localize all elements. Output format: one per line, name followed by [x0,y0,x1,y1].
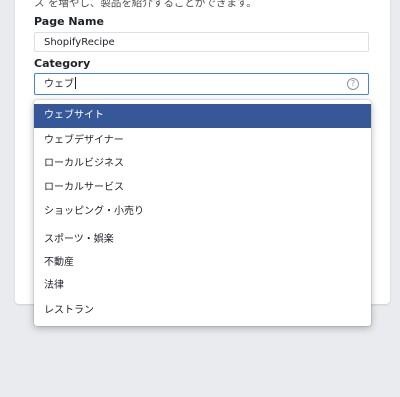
page-name-input[interactable]: ShopifyRecipe [34,32,369,52]
dropdown-option[interactable]: ローカルビジネス [34,152,371,176]
question-circle-icon[interactable]: ? [347,78,359,90]
page-name-value: ShopifyRecipe [44,37,115,48]
dropdown-option[interactable]: ウェブサイト [34,104,371,128]
dropdown-option[interactable]: 不動産 [34,251,371,275]
dropdown-option[interactable]: ショッピング・小売り [34,200,371,224]
dropdown-option[interactable]: ローカルサービス [34,176,371,200]
category-label: Category [34,57,91,70]
dropdown-option[interactable]: 法律 [34,274,371,298]
dropdown-option[interactable]: レストラン [34,299,371,323]
page-name-label: Page Name [34,15,104,28]
dropdown-option[interactable]: スポーツ・娯楽 [34,228,371,252]
intro-text: ス を増やし、製品を紹介することができます。 [34,0,257,9]
category-value: ウェブ [44,79,74,90]
text-caret [75,77,76,89]
category-input[interactable]: ウェブ ? [34,73,369,95]
dropdown-option[interactable]: ウェブデザイナー [34,129,371,153]
category-dropdown: ウェブサイト ウェブデザイナー ローカルビジネス ローカルサービス ショッピング… [34,100,371,326]
